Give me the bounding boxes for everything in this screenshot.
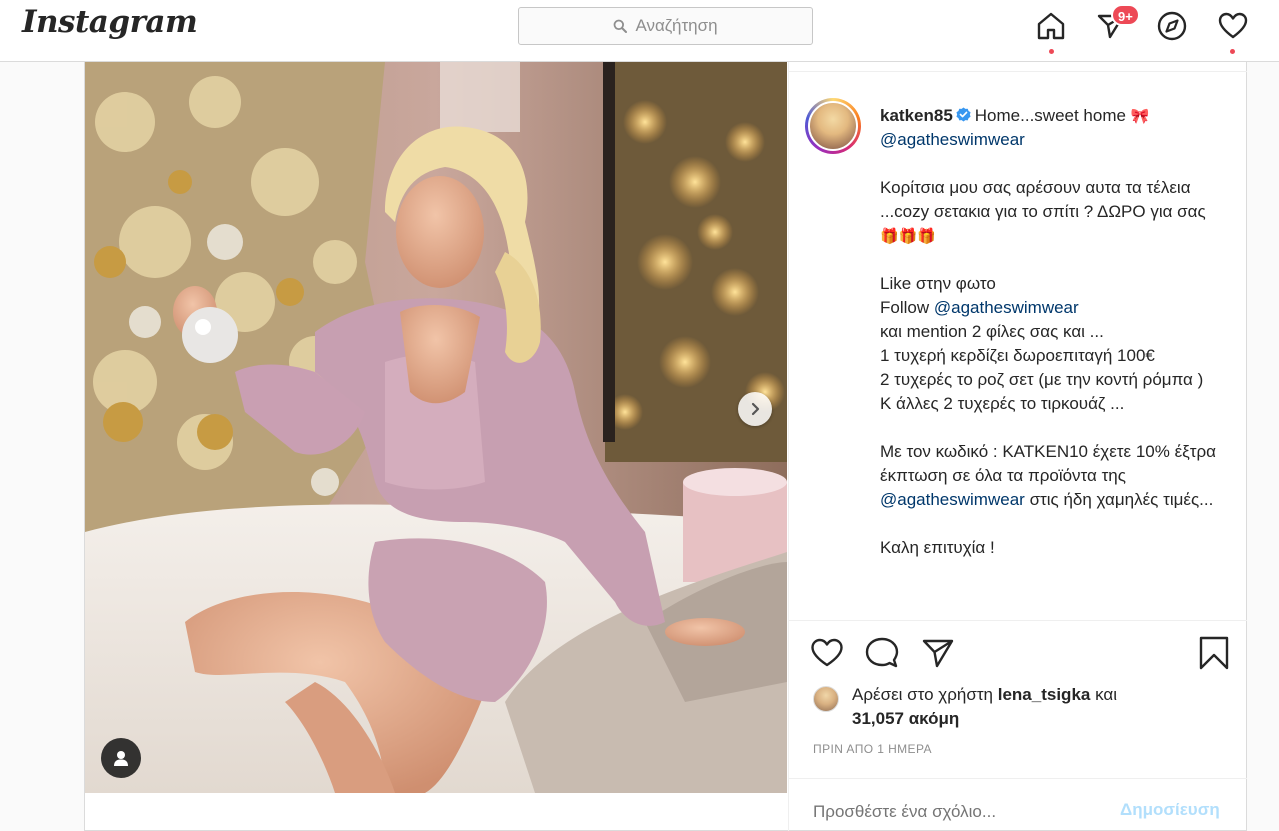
- caption-paragraph-4-start: Με τον κωδικό : KATKEN10 έχετε 10% έξτρα…: [880, 442, 1221, 485]
- explore-icon: [1157, 11, 1187, 41]
- liker-username[interactable]: lena_tsigka: [998, 685, 1091, 704]
- ribbon-emoji-icon: 🎀: [1130, 107, 1150, 125]
- nav-activity-button[interactable]: [1217, 10, 1249, 42]
- divider: [789, 778, 1247, 779]
- save-button[interactable]: [1196, 635, 1232, 671]
- next-image-button[interactable]: [738, 392, 772, 426]
- user-icon: [114, 751, 128, 766]
- chevron-right-icon: [751, 402, 760, 416]
- caption-scroll-area[interactable]: katken85 Home...sweet home 🎀 @agatheswimw…: [789, 72, 1247, 620]
- search-input[interactable]: Αναζήτηση: [518, 7, 813, 45]
- likes-summary: Αρέσει στο χρήστη lena_tsigka και 31,057 …: [852, 683, 1117, 731]
- heart-icon: [1218, 12, 1248, 39]
- likes-prefix: Αρέσει στο χρήστη: [852, 685, 994, 704]
- share-button[interactable]: [920, 635, 956, 671]
- avatar-image: [808, 101, 858, 151]
- comment-icon: [865, 637, 899, 668]
- post-card: katken85 Home...sweet home 🎀 @agatheswimw…: [84, 62, 1247, 831]
- nav-explore-button[interactable]: [1156, 10, 1188, 42]
- caption-line-1: Home...sweet home: [974, 106, 1126, 125]
- caption-follow-word: Follow: [880, 298, 930, 317]
- divider: [789, 620, 1247, 621]
- comment-input[interactable]: [813, 800, 1113, 824]
- search-icon: [614, 19, 628, 33]
- author-username[interactable]: katken85: [880, 106, 953, 125]
- verified-badge-icon: [956, 107, 971, 122]
- post-caption: katken85 Home...sweet home 🎀 @agatheswimw…: [880, 104, 1220, 560]
- author-avatar[interactable]: [805, 98, 861, 154]
- gift-emoji-icon: 🎁🎁🎁: [880, 227, 937, 245]
- post-image: [85, 62, 787, 793]
- search-placeholder: Αναζήτηση: [635, 16, 718, 35]
- caption-mention-2[interactable]: @agatheswimwear: [934, 298, 1079, 317]
- caption-mention-1[interactable]: @agatheswimwear: [880, 130, 1025, 149]
- likes-middle: και: [1095, 685, 1117, 704]
- nav-home-button[interactable]: [1035, 10, 1067, 42]
- post-photo[interactable]: [85, 62, 787, 793]
- home-active-dot: [1049, 49, 1054, 54]
- caption-paragraph-3: και mention 2 φίλες σας και ... 1 τυχερή…: [880, 322, 1204, 413]
- post-comment-button[interactable]: Δημοσίευση: [1120, 800, 1220, 820]
- home-icon: [1037, 12, 1065, 40]
- post-timestamp[interactable]: ΠΡΙΝ ΑΠΟ 1 ΗΜΕΡΑ: [813, 742, 932, 756]
- activity-notification-dot: [1230, 49, 1235, 54]
- bookmark-icon: [1199, 636, 1229, 670]
- liker-avatar[interactable]: [813, 686, 839, 712]
- direct-unread-badge: 9+: [1111, 4, 1140, 26]
- top-navigation-bar: Instagram Αναζήτηση 9+: [0, 0, 1279, 62]
- paper-plane-icon: [922, 639, 954, 668]
- caption-paragraph-2: Κορίτσια μου σας αρέσουν αυτα τα τέλεια …: [880, 178, 1206, 221]
- instagram-logo[interactable]: Instagram: [22, 4, 198, 40]
- like-button[interactable]: [809, 635, 845, 671]
- tagged-users-button[interactable]: [101, 738, 141, 778]
- caption-like-line: Like στην φωτο: [880, 274, 996, 293]
- heart-icon: [811, 638, 843, 667]
- likes-count[interactable]: 31,057 ακόμη: [852, 709, 959, 728]
- caption-paragraph-4-end: στις ήδη χαμηλές τιμές...: [1029, 490, 1214, 509]
- comment-button[interactable]: [864, 635, 900, 671]
- caption-paragraph-5: Καλη επιτυχία !: [880, 538, 995, 557]
- caption-mention-3[interactable]: @agatheswimwear: [880, 490, 1025, 509]
- post-details-panel: katken85 Home...sweet home 🎀 @agatheswimw…: [788, 62, 1247, 831]
